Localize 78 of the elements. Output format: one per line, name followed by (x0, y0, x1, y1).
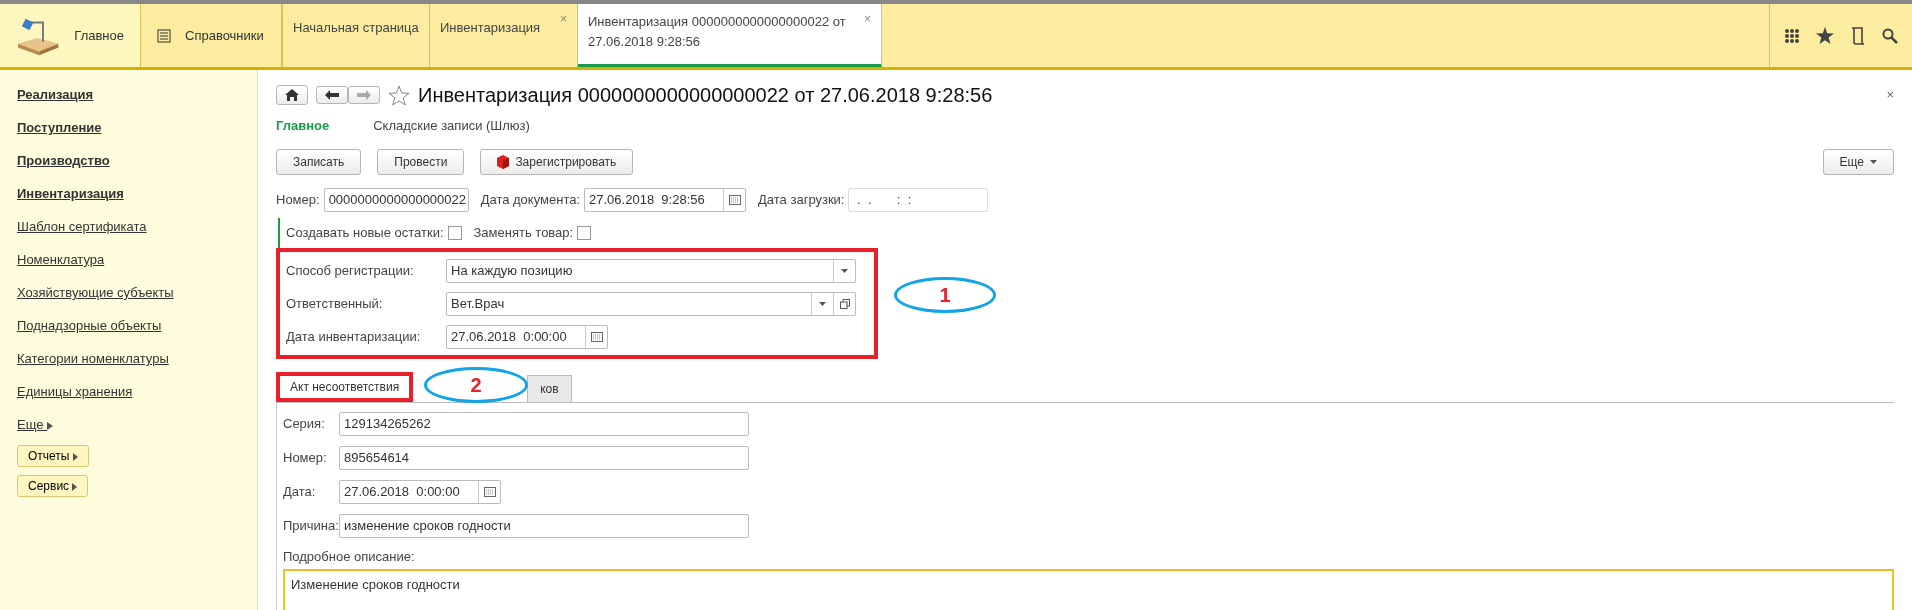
section-link[interactable]: Складские записи (Шлюз) (373, 116, 530, 136)
sidebar-item[interactable]: Поднадзорные объекты (17, 309, 247, 342)
toolbar-button[interactable]: Зарегистрировать (480, 149, 634, 175)
sidebar-item[interactable]: Шаблон сертификата (17, 210, 247, 243)
caret-icon (819, 301, 826, 306)
more-link[interactable]: Еще (17, 408, 247, 441)
section-tab[interactable]: Главное (0, 4, 141, 67)
list-icon (157, 28, 171, 43)
checkbox-label: Заменять товар: (473, 224, 574, 243)
page-tab[interactable]: ков (527, 375, 572, 402)
sidebar-item[interactable]: Хозяйствующие субъекты (17, 276, 247, 309)
field-label: Дата инвентаризации: (286, 327, 422, 346)
checkbox[interactable] (577, 226, 592, 240)
open-tab[interactable]: Начальная страница (282, 4, 430, 67)
field-label: Серия: (283, 415, 326, 434)
field-label: Ответственный: (286, 294, 384, 313)
field-label: Дата загрузки: (758, 191, 845, 210)
star-outline-icon (388, 84, 410, 106)
caret-icon (1870, 160, 1877, 164)
toolbar-button[interactable]: Провести (377, 149, 465, 175)
more-button[interactable]: Еще (1822, 149, 1894, 175)
back-button[interactable] (316, 86, 348, 104)
grid-icon (1784, 27, 1800, 44)
checkbox[interactable] (447, 226, 462, 240)
sidebar-item[interactable]: Номенклатура (17, 243, 247, 276)
right-arrow-icon (357, 90, 371, 100)
callout-ellipse: 1 (894, 276, 996, 313)
field-label: Причина: (283, 517, 339, 536)
caret-icon (72, 482, 78, 491)
sidebar-item[interactable]: Поступление (17, 111, 247, 144)
field-label: Номер: (283, 449, 328, 468)
close-button[interactable]: × (1886, 85, 1894, 105)
dropdown-field[interactable]: Вет.Врач (446, 291, 856, 316)
field-label: Способ регистрации: (286, 261, 415, 280)
sidebar-item[interactable]: Инвентаризация (17, 177, 247, 210)
sidebar-item[interactable]: Категории номенклатуры (17, 342, 247, 375)
field-label: Номер: (276, 191, 320, 210)
sidebar-item[interactable]: Единицы хранения (17, 375, 247, 408)
input-field[interactable]: 0000000000000000022 (323, 188, 469, 212)
date-field[interactable]: 27.06.2018 0:00:00 (339, 480, 501, 504)
input-field[interactable]: . . : : (848, 188, 989, 212)
input-field[interactable]: 895654614 (339, 446, 749, 470)
caret-icon (841, 268, 848, 273)
cube-icon (497, 155, 510, 169)
sidebar-item[interactable]: Производство (17, 144, 247, 177)
scroll-icon (1850, 26, 1866, 45)
callout-ellipse: 2 (424, 367, 528, 403)
date-field[interactable]: 27.06.2018 9:28:56 (584, 188, 747, 212)
input-field[interactable]: изменение сроков годности (339, 514, 749, 538)
home-button[interactable] (276, 85, 308, 105)
page-tab[interactable]: Акт несоответствия (276, 372, 414, 402)
menu-button[interactable]: Отчеты (17, 445, 89, 467)
sidebar-item[interactable]: Реализация (17, 78, 247, 111)
home-icon (285, 89, 299, 101)
document-title: Инвентаризация 0000000000000000022 от 27.06.2018 9:28:56 (418, 83, 993, 108)
section-tab[interactable]: Справочники (141, 4, 282, 67)
field-label: Дата: (283, 483, 317, 502)
calendar-icon (483, 487, 496, 497)
search-icon (1882, 27, 1898, 44)
menu-button[interactable]: Сервис (17, 475, 89, 497)
checkbox-label: Создавать новые остатки: (286, 224, 444, 243)
toolbar-button[interactable]: Записать (276, 149, 362, 175)
field-label: Дата документа: (480, 191, 581, 210)
left-arrow-icon (325, 90, 339, 100)
caret-icon (47, 421, 54, 430)
input-field[interactable]: 129134265262 (339, 412, 749, 436)
date-field[interactable]: 27.06.2018 0:00:00 (446, 324, 608, 349)
open-tab[interactable]: Инвентаризация 0000000000000000022 от 27.06.2018 9:28:56 × (578, 4, 882, 67)
field-label: Подробное описание: (283, 548, 416, 566)
star-icon (1816, 27, 1834, 44)
dropdown-field[interactable]: На каждую позицию (446, 258, 856, 283)
caret-icon (72, 452, 78, 461)
calendar-icon (728, 195, 741, 205)
open-window-icon (839, 298, 850, 309)
section-link[interactable]: Главное (276, 116, 330, 136)
calendar-icon (590, 331, 603, 342)
text-area[interactable]: Изменение сроков годности (283, 568, 1894, 610)
close-button[interactable]: × (864, 10, 871, 28)
